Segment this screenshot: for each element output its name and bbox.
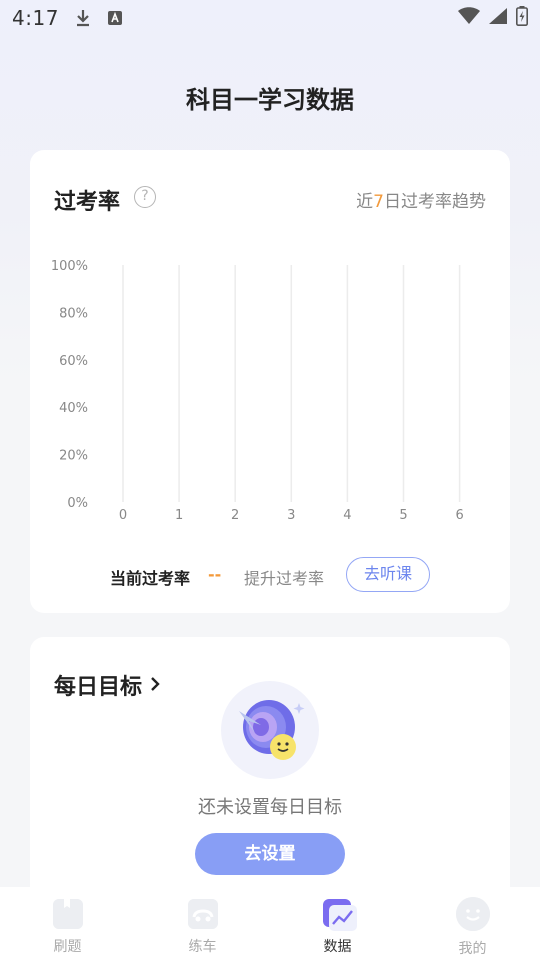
- car-icon: [187, 899, 218, 929]
- tab-data[interactable]: 数据: [270, 887, 405, 960]
- pass-rate-chart: 100% 80% 60% 40% 20% 0% 0 1 2 3 4 5 6: [51, 259, 464, 523]
- signal-icon: [488, 7, 508, 29]
- daily-goal-header[interactable]: 每日目标: [54, 669, 160, 701]
- improve-rate-label: 提升过考率: [244, 569, 325, 588]
- x-tick-label: 4: [343, 508, 351, 523]
- daily-goal-title: 每日目标: [54, 675, 143, 700]
- x-tick-label: 6: [455, 508, 463, 523]
- bottom-tab-bar: 刷题 练车 数据 我的: [0, 887, 540, 960]
- tab-mine[interactable]: 我的: [405, 887, 540, 960]
- smile-icon: [455, 897, 490, 931]
- x-tick-label: 3: [287, 508, 295, 523]
- target-illustration: [221, 681, 319, 779]
- tab-data-label: 数据: [323, 939, 352, 955]
- pass-rate-card: 过考率 ? 近7日过考率趋势 100% 80% 60% 40% 20% 0% 0 1 2 3 4 5 6…: [30, 150, 510, 613]
- tab-driving[interactable]: 练车: [135, 887, 270, 960]
- listen-course-button[interactable]: 去听课: [346, 557, 430, 592]
- x-tick-label: 5: [399, 508, 407, 523]
- goal-empty-text: 还未设置每日目标: [198, 797, 342, 818]
- y-tick-label: 20%: [59, 449, 88, 464]
- wifi-icon: [458, 7, 480, 29]
- y-tick-label: 40%: [59, 401, 88, 416]
- status-bar: 4:17: [0, 0, 540, 36]
- set-goal-button[interactable]: 去设置: [195, 833, 345, 875]
- chevron-right-icon: [150, 673, 160, 698]
- page-title: 科目一学习数据: [186, 86, 354, 114]
- tab-driving-label: 练车: [188, 939, 217, 955]
- font-icon: [107, 10, 123, 26]
- x-tick-label: 1: [175, 508, 183, 523]
- y-tick-label: 60%: [59, 354, 88, 369]
- book-icon: [52, 899, 83, 929]
- status-time: 4:17: [12, 6, 59, 30]
- target-icon: [239, 700, 305, 760]
- tab-mine-label: 我的: [458, 941, 487, 957]
- x-tick-label: 2: [231, 508, 239, 523]
- battery-icon: [516, 6, 528, 30]
- tab-practice[interactable]: 刷题: [0, 887, 135, 960]
- x-tick-label: 0: [119, 508, 127, 523]
- chart-icon: [322, 899, 357, 931]
- y-tick-label: 80%: [59, 306, 88, 321]
- y-tick-label: 100%: [51, 259, 88, 274]
- download-icon: [75, 9, 91, 27]
- current-rate-label: 当前过考率: [110, 569, 191, 588]
- current-rate-row: 当前过考率 -- 提升过考率 去听课: [30, 556, 510, 594]
- current-rate-value: --: [208, 565, 222, 584]
- tab-practice-label: 刷题: [53, 939, 82, 955]
- y-tick-label: 0%: [67, 496, 88, 511]
